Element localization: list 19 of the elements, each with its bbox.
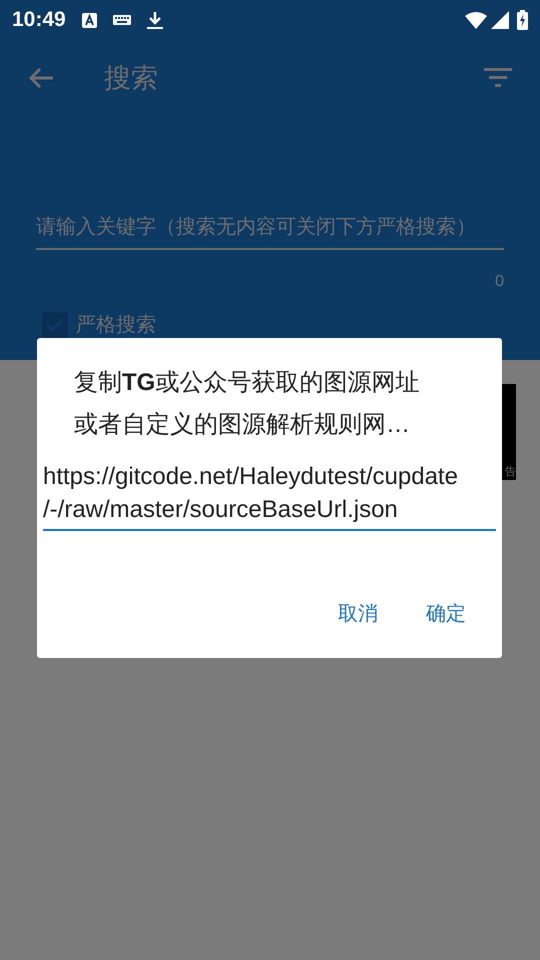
signal-icon [491,11,509,29]
text-a-icon [82,12,97,28]
dialog-button[interactable]: 取消 [326,593,390,635]
filter-icon[interactable] [484,68,512,88]
search-field[interactable]: 请输入关键字（搜索无内容可关闭下方严格搜索） [36,212,504,250]
toolbar-title: 搜索 [104,62,158,95]
checkbox[interactable] [42,312,68,338]
ad-text: 告 [505,464,516,480]
battery-icon [517,10,528,30]
wifi-icon [465,11,487,29]
back-arrow-icon[interactable] [28,67,54,89]
input-field[interactable]: https://gitcode.net/Haleydutest/cupdate/-/raw/master/sourceBaseUrl.json [43,460,496,531]
download-icon [146,10,163,30]
checkbox-label: 严格搜索 [76,313,156,338]
character-counter: 0 [495,273,504,290]
keyboard-icon [112,15,131,25]
dialog-title: 复制TG或公众号获取的图源网址或者自定义的图源解析规则网… [74,368,420,440]
dialog-button[interactable]: 确定 [414,593,478,635]
status-time: 10:49 [12,7,66,34]
